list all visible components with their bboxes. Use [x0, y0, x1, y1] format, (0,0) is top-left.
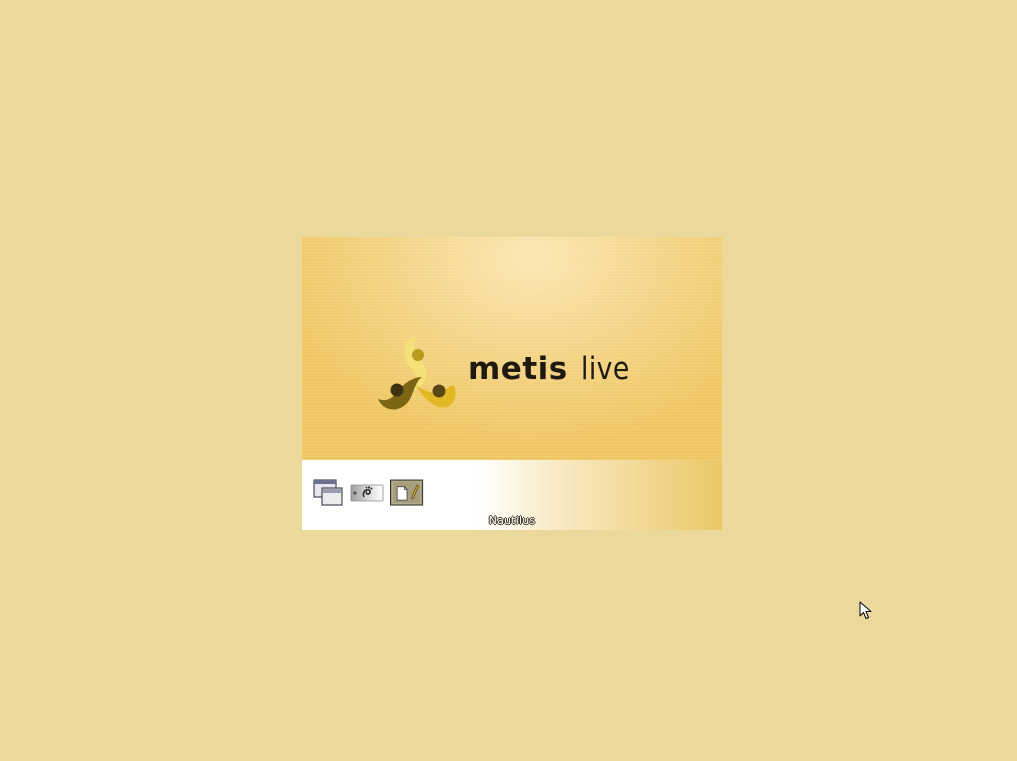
mouse-pointer-icon: [859, 601, 872, 619]
gnome-settings-icon: [350, 484, 384, 502]
desktop[interactable]: metis live Nautilus: [0, 0, 1017, 761]
metis-live-wordmark: metis live: [468, 351, 637, 391]
splash-banner: metis live: [302, 237, 722, 460]
current-step-label: Nautilus: [488, 514, 536, 527]
nautilus-file-manager-icon: [390, 479, 424, 506]
metis-logo-icon: [378, 337, 456, 410]
brand-name-light: live: [580, 351, 630, 387]
startup-progress-area: Nautilus: [302, 460, 722, 530]
window-manager-icon: [313, 479, 343, 506]
brand-name-bold: metis: [468, 351, 568, 387]
splash-screen: metis live Nautilus: [302, 237, 722, 530]
